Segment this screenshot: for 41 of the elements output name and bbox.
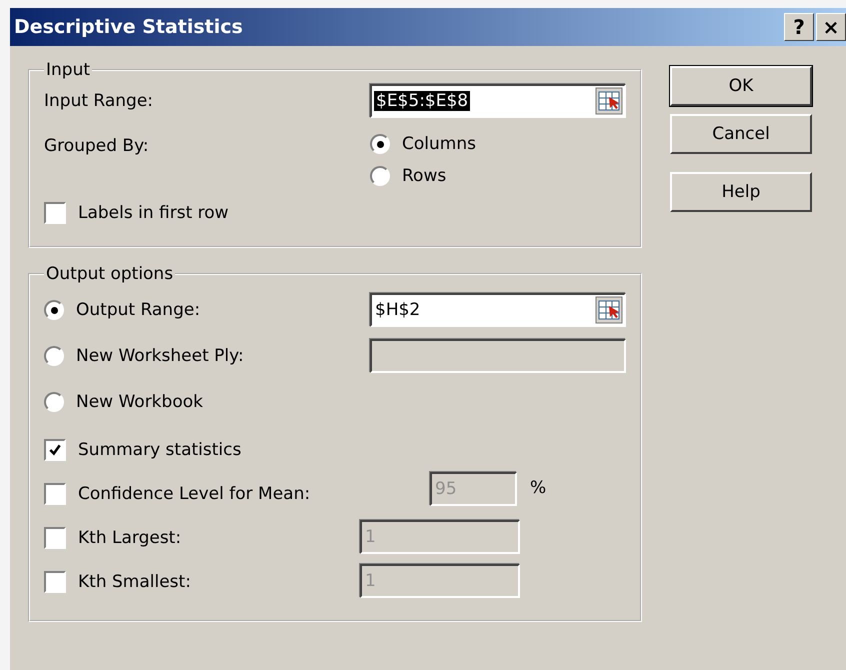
field-value: $E$5:$E$8 <box>374 91 470 111</box>
close-button[interactable]: × <box>816 13 846 41</box>
radio-button[interactable] <box>44 392 64 412</box>
field-value: 1 <box>364 571 377 591</box>
radio-button[interactable] <box>370 166 390 186</box>
option-label[interactable]: Labels in first row <box>78 203 229 223</box>
dialog-button[interactable]: OK <box>670 66 812 106</box>
unit-label: % <box>530 478 546 498</box>
field-label: Grouped By: <box>44 136 149 158</box>
dialog-button[interactable]: Help <box>670 172 812 212</box>
option-label[interactable]: Rows <box>402 166 446 186</box>
range-picker-icon[interactable] <box>595 87 623 115</box>
option-label[interactable]: Summary statistics <box>78 440 242 460</box>
field-label: Input Range: <box>44 91 154 111</box>
checkbox[interactable] <box>44 202 66 224</box>
checkbox[interactable] <box>44 571 66 593</box>
group-label: Output options <box>45 264 174 284</box>
radio-button[interactable] <box>370 134 390 154</box>
option-label[interactable]: Output Range: <box>76 300 200 320</box>
help-button[interactable]: ? <box>784 13 814 41</box>
group-label: Input <box>45 60 92 80</box>
window-title: Descriptive Statistics <box>14 16 243 38</box>
radio-button[interactable] <box>44 300 64 320</box>
option-label[interactable]: New Worksheet Ply: <box>76 346 244 366</box>
field-value: 95 <box>434 479 458 499</box>
option-label[interactable]: Columns <box>402 134 476 154</box>
checkbox[interactable] <box>44 483 66 505</box>
option-label[interactable]: New Workbook <box>76 392 203 412</box>
option-label[interactable]: Kth Largest: <box>78 528 182 548</box>
field-value: 1 <box>364 527 377 547</box>
range-picker-icon[interactable] <box>595 296 623 324</box>
option-label[interactable]: Kth Smallest: <box>78 572 191 592</box>
checkbox[interactable] <box>44 439 66 461</box>
dialog-button[interactable]: Cancel <box>670 114 812 154</box>
radio-button[interactable] <box>44 346 64 366</box>
input-range-field[interactable]: $E$5:$E$8 <box>370 84 626 118</box>
range-field[interactable]: $H$2 <box>370 293 626 327</box>
checkbox[interactable] <box>44 527 66 549</box>
field-value: $H$2 <box>374 300 422 320</box>
option-label[interactable]: Confidence Level for Mean: <box>78 484 310 504</box>
checkmark-icon <box>48 443 62 457</box>
